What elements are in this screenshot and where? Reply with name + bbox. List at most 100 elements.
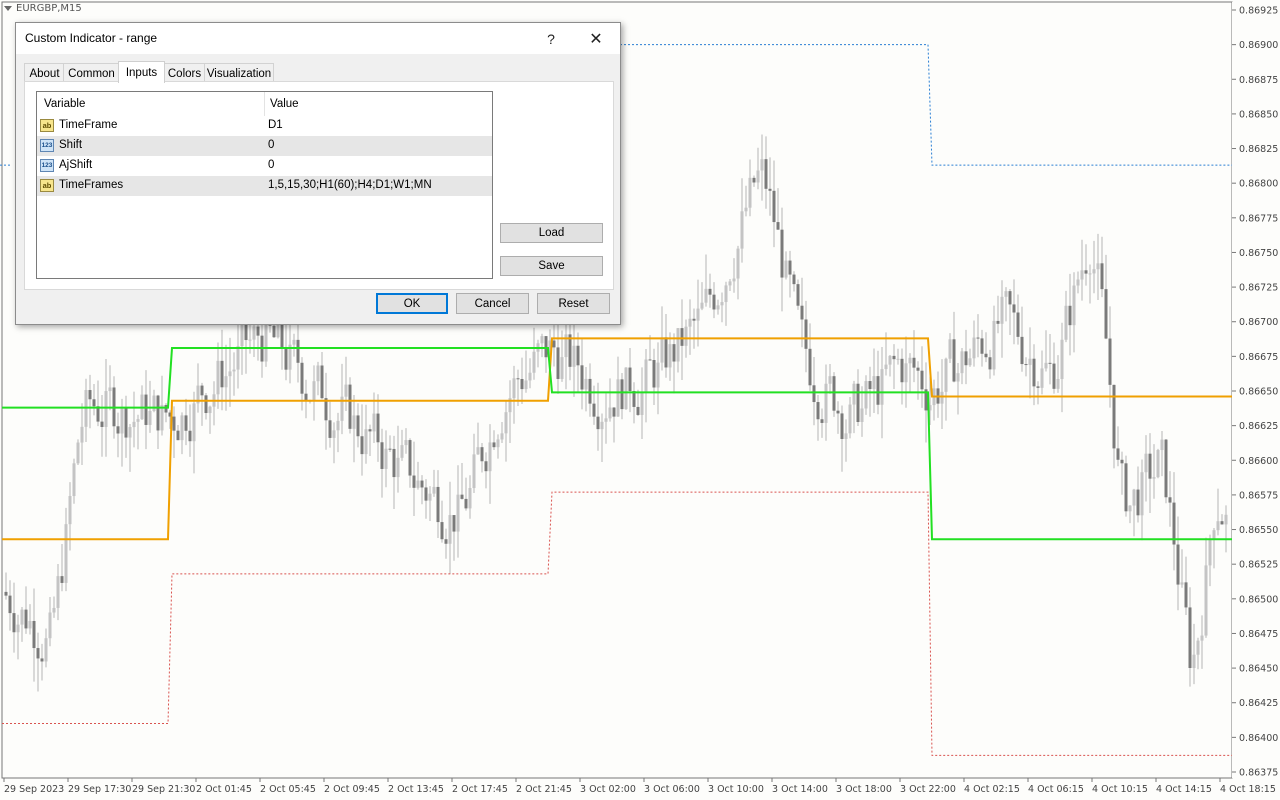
- candle-body: [1016, 312, 1020, 337]
- candle-body: [356, 415, 360, 437]
- candle-body: [612, 407, 616, 417]
- candle-body: [256, 326, 260, 336]
- table-row[interactable]: 123 Shift 0: [37, 136, 492, 156]
- candle-body: [824, 383, 828, 423]
- ok-button[interactable]: OK: [376, 293, 448, 314]
- candle-body: [1080, 270, 1084, 280]
- row-value[interactable]: 0: [268, 159, 274, 171]
- time-label: 29 Sep 17:30: [68, 784, 131, 795]
- candle-body: [656, 362, 660, 388]
- reset-button[interactable]: Reset: [537, 293, 610, 314]
- help-button[interactable]: ?: [533, 27, 569, 51]
- candle-body: [572, 345, 576, 367]
- price-label: 0.86750: [1239, 248, 1278, 259]
- candle-body: [808, 348, 812, 386]
- tab-colors[interactable]: Colors: [163, 63, 206, 83]
- candle-body: [676, 328, 680, 362]
- time-label: 3 Oct 06:00: [644, 784, 700, 795]
- candle-body: [332, 430, 336, 438]
- candle-body: [184, 415, 188, 431]
- table-row[interactable]: ab TimeFrames 1,5,15,30;H1(60);H4;D1;W1;…: [37, 176, 492, 196]
- candle-body: [872, 376, 876, 390]
- candle-body: [316, 365, 320, 382]
- candle-body: [1012, 304, 1016, 313]
- candle-body: [92, 399, 96, 407]
- cancel-button[interactable]: Cancel: [456, 293, 529, 314]
- candle-body: [528, 372, 532, 381]
- candle-body: [72, 463, 76, 497]
- candle-body: [312, 381, 316, 402]
- candle-body: [1088, 273, 1092, 275]
- save-button[interactable]: Save: [500, 256, 603, 276]
- candle-body: [1188, 607, 1192, 668]
- candle-body: [668, 344, 672, 368]
- table-row[interactable]: ab TimeFrame D1: [37, 116, 492, 136]
- candle-body: [896, 358, 900, 360]
- price-label: 0.86600: [1239, 456, 1278, 467]
- row-value[interactable]: 0: [268, 139, 274, 151]
- candle-body: [1180, 582, 1184, 585]
- candle-body: [1204, 565, 1208, 636]
- tab-common[interactable]: Common: [63, 63, 120, 83]
- candle-body: [1064, 305, 1068, 340]
- candle-body: [608, 407, 612, 419]
- row-value[interactable]: 1,5,15,30;H1(60);H4;D1;W1;MN: [268, 179, 432, 191]
- candle-body: [472, 454, 476, 489]
- candle-body: [64, 524, 68, 583]
- tab-about[interactable]: About: [24, 63, 65, 83]
- candle-body: [380, 442, 384, 469]
- close-button[interactable]: ✕: [578, 27, 614, 51]
- table-row[interactable]: 123 AjShift 0: [37, 156, 492, 176]
- candle-body: [1084, 270, 1088, 274]
- candle-body: [976, 337, 980, 339]
- chart-symbol-label[interactable]: EURGBP,M15: [4, 3, 82, 14]
- candle-body: [488, 442, 492, 472]
- candle-body: [164, 404, 168, 413]
- candle-body: [376, 413, 380, 443]
- candle-body: [680, 328, 684, 346]
- candle-body: [480, 447, 484, 462]
- dialog-titlebar[interactable]: Custom Indicator - range ? ✕: [16, 23, 620, 54]
- candle-body: [304, 393, 308, 401]
- candle-body: [28, 620, 32, 629]
- candle-body: [264, 323, 268, 362]
- candle-body: [248, 339, 252, 341]
- candle-body: [1096, 263, 1100, 270]
- column-header-value[interactable]: Value: [270, 92, 299, 116]
- candle-body: [272, 325, 276, 338]
- price-label: 0.86925: [1239, 6, 1278, 17]
- column-header-variable[interactable]: Variable: [44, 92, 85, 116]
- candle-body: [984, 353, 988, 358]
- candle-body: [108, 387, 112, 392]
- price-label: 0.86625: [1239, 421, 1278, 432]
- candle-body: [532, 351, 536, 373]
- string-type-icon: ab: [40, 179, 54, 192]
- tab-visualization[interactable]: Visualization: [204, 63, 274, 83]
- candle-body: [828, 376, 832, 384]
- candle-body: [964, 351, 968, 366]
- price-label: 0.86725: [1239, 283, 1278, 294]
- candle-body: [360, 436, 364, 455]
- column-divider[interactable]: [264, 92, 265, 116]
- candle-body: [632, 391, 636, 407]
- price-label: 0.86450: [1239, 664, 1278, 675]
- row-value[interactable]: D1: [268, 119, 283, 131]
- candle-body: [396, 457, 400, 478]
- candle-body: [752, 177, 756, 183]
- candle-body: [1168, 497, 1172, 503]
- candle-body: [604, 418, 608, 422]
- candle-body: [952, 339, 956, 382]
- time-label: 2 Oct 05:45: [260, 784, 316, 795]
- load-button[interactable]: Load: [500, 223, 603, 243]
- candle-body: [296, 339, 300, 363]
- candle-body: [476, 447, 480, 455]
- row-variable: AjShift: [59, 159, 93, 171]
- tab-inputs[interactable]: Inputs: [118, 61, 165, 83]
- candle-body: [812, 385, 816, 403]
- candle-body: [152, 395, 156, 411]
- candle-body: [192, 403, 196, 442]
- candle-body: [408, 440, 412, 476]
- candle-body: [1108, 338, 1112, 385]
- candle-body: [768, 188, 772, 191]
- price-label: 0.86650: [1239, 387, 1278, 398]
